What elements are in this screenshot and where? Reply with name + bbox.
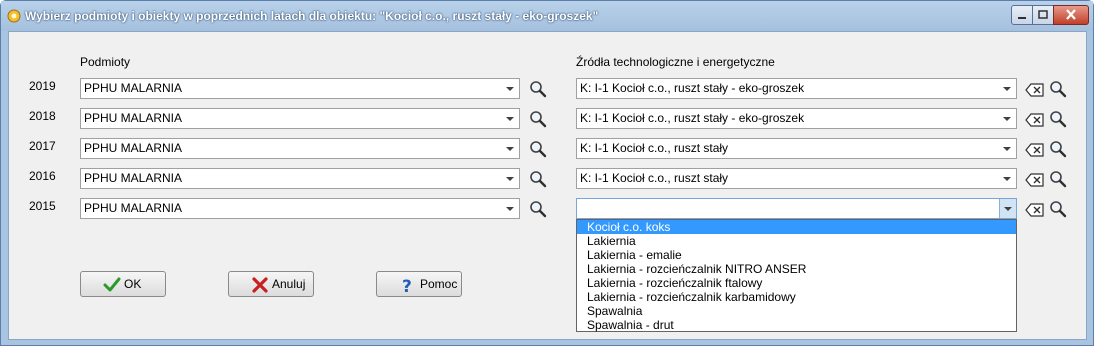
podmiot-value: PPHU MALARNIA xyxy=(84,171,183,185)
search-icon[interactable] xyxy=(1049,110,1067,128)
ok-button[interactable]: OK xyxy=(80,271,166,297)
minimize-icon xyxy=(1018,17,1026,19)
chevron-down-icon[interactable] xyxy=(999,109,1016,128)
year-label: 2018 xyxy=(29,109,56,123)
chevron-down-icon[interactable] xyxy=(502,79,519,98)
clear-field-icon[interactable] xyxy=(1025,203,1045,217)
search-icon[interactable] xyxy=(1049,200,1067,218)
minimize-button[interactable] xyxy=(1011,5,1033,25)
close-button[interactable] xyxy=(1053,5,1089,25)
search-icon[interactable] xyxy=(1049,170,1067,188)
zrodlo-value: K: I-1 Kocioł c.o., ruszt stały - eko-gr… xyxy=(580,111,805,125)
search-icon[interactable] xyxy=(529,140,547,158)
podmiot-select-2015[interactable]: PPHU MALARNIA xyxy=(80,198,520,219)
ok-label: OK xyxy=(124,277,142,291)
dropdown-option[interactable]: Lakiernia - emalie xyxy=(577,248,1016,262)
cancel-label: Anuluj xyxy=(272,277,306,291)
dropdown-option[interactable]: Lakiernia - rozcieńczalnik NITRO ANSER xyxy=(577,262,1016,276)
title-bar[interactable]: Wybierz podmioty i obiekty w poprzednich… xyxy=(1,1,1093,31)
x-icon xyxy=(252,277,268,293)
chevron-down-icon[interactable] xyxy=(502,169,519,188)
svg-text:?: ? xyxy=(402,277,412,294)
dialog-body: Podmioty Źródła technologiczne i energet… xyxy=(8,31,1087,340)
dropdown-option[interactable]: Spawalnia xyxy=(577,304,1016,318)
cancel-button[interactable]: Anuluj xyxy=(228,271,314,297)
chevron-down-icon[interactable] xyxy=(999,199,1016,218)
zrodlo-select-2017[interactable]: K: I-1 Kocioł c.o., ruszt stały xyxy=(576,138,1017,159)
clear-field-icon[interactable] xyxy=(1025,143,1045,157)
clear-field-icon[interactable] xyxy=(1025,83,1045,97)
dropdown-option[interactable]: Kocioł c.o. koks xyxy=(577,220,1016,234)
podmiot-select-2016[interactable]: PPHU MALARNIA xyxy=(80,168,520,189)
zrodlo-dropdown-list: Kocioł c.o. koks Lakiernia Lakiernia - e… xyxy=(576,219,1017,332)
app-icon xyxy=(7,9,21,23)
search-icon[interactable] xyxy=(529,80,547,98)
chevron-down-icon[interactable] xyxy=(999,169,1016,188)
year-label: 2017 xyxy=(29,139,56,153)
help-button[interactable]: ? Pomoc xyxy=(376,271,462,297)
search-icon[interactable] xyxy=(529,170,547,188)
zrodlo-select-2018[interactable]: K: I-1 Kocioł c.o., ruszt stały - eko-gr… xyxy=(576,108,1017,129)
maximize-icon xyxy=(1038,10,1048,19)
chevron-down-icon[interactable] xyxy=(999,79,1016,98)
chevron-down-icon[interactable] xyxy=(502,109,519,128)
chevron-down-icon[interactable] xyxy=(502,139,519,158)
question-icon: ? xyxy=(402,277,412,294)
podmiot-value: PPHU MALARNIA xyxy=(84,81,183,95)
dropdown-option[interactable]: Lakiernia - rozcieńczalnik karbamidowy xyxy=(577,290,1016,304)
clear-field-icon[interactable] xyxy=(1025,113,1045,127)
year-label: 2016 xyxy=(29,169,56,183)
search-icon[interactable] xyxy=(1049,80,1067,98)
maximize-button[interactable] xyxy=(1032,5,1054,25)
podmiot-select-2018[interactable]: PPHU MALARNIA xyxy=(80,108,520,129)
zrodlo-select-2015[interactable] xyxy=(576,198,1017,219)
window-title: Wybierz podmioty i obiekty w poprzednich… xyxy=(25,9,599,23)
clear-field-icon[interactable] xyxy=(1025,173,1045,187)
podmiot-value: PPHU MALARNIA xyxy=(84,201,183,215)
podmiot-value: PPHU MALARNIA xyxy=(84,141,183,155)
help-label: Pomoc xyxy=(420,277,458,291)
chevron-down-icon[interactable] xyxy=(502,199,519,218)
search-icon[interactable] xyxy=(1049,140,1067,158)
close-icon xyxy=(1066,9,1076,20)
zrodlo-value: K: I-1 Kocioł c.o., ruszt stały xyxy=(580,141,729,155)
zrodlo-select-2016[interactable]: K: I-1 Kocioł c.o., ruszt stały xyxy=(576,168,1017,189)
dialog-window: Wybierz podmioty i obiekty w poprzednich… xyxy=(0,0,1094,346)
dropdown-option[interactable]: Spawalnia - drut xyxy=(577,318,1016,332)
podmiot-select-2017[interactable]: PPHU MALARNIA xyxy=(80,138,520,159)
chevron-down-icon[interactable] xyxy=(999,139,1016,158)
search-icon[interactable] xyxy=(529,110,547,128)
zrodlo-value: K: I-1 Kocioł c.o., ruszt stały - eko-gr… xyxy=(580,81,805,95)
podmiot-select-2019[interactable]: PPHU MALARNIA xyxy=(80,78,520,99)
year-label: 2019 xyxy=(29,79,56,93)
year-label: 2015 xyxy=(29,199,56,213)
podmiot-value: PPHU MALARNIA xyxy=(84,111,183,125)
header-zrodla: Źródła technologiczne i energetyczne xyxy=(576,55,775,69)
zrodlo-value: K: I-1 Kocioł c.o., ruszt stały xyxy=(580,171,729,185)
zrodlo-select-2019[interactable]: K: I-1 Kocioł c.o., ruszt stały - eko-gr… xyxy=(576,78,1017,99)
dropdown-option[interactable]: Lakiernia - rozcieńczalnik ftalowy xyxy=(577,276,1016,290)
checkmark-icon xyxy=(103,277,121,292)
header-podmioty: Podmioty xyxy=(80,55,131,69)
search-icon[interactable] xyxy=(529,200,547,218)
dropdown-option[interactable]: Lakiernia xyxy=(577,234,1016,248)
